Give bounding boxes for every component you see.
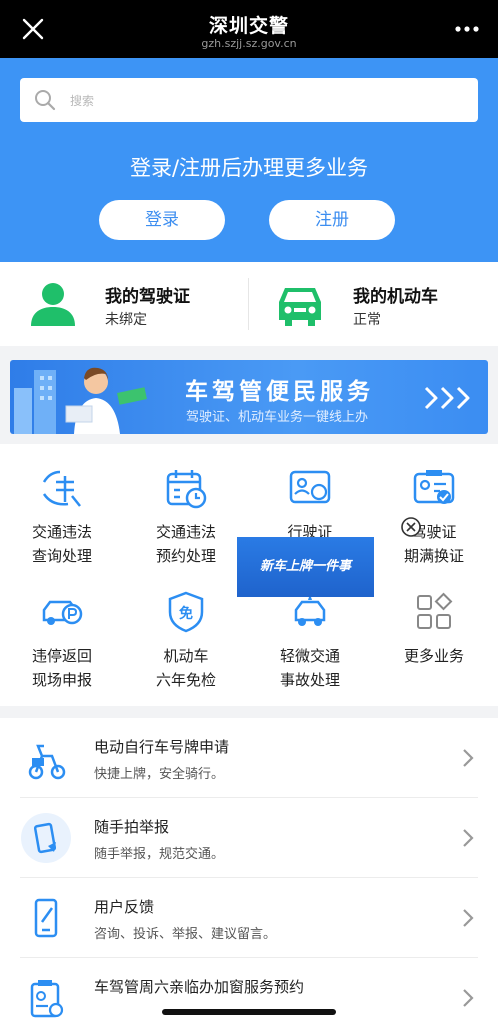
grid-item-label: 轻微交通 事故处理: [279, 647, 340, 689]
grid-item-label: 更多业务: [403, 647, 464, 665]
my-vehicle-card[interactable]: 我的机动车 正常: [249, 262, 498, 346]
exempt-icon: 免: [168, 591, 204, 633]
my-vehicle-label: 我的机动车: [353, 287, 438, 307]
list-item-title: 电动自行车号牌申请: [94, 738, 230, 756]
person-icon: [31, 283, 75, 326]
top-bar: 深圳交警 gzh.szjj.sz.gov.cn: [0, 0, 498, 58]
banner-area: 车驾管便民服务 驾驶证、机动车业务一键线上办: [0, 346, 498, 444]
more-options-icon[interactable]: [454, 24, 480, 34]
banner-subtitle: 驾驶证、机动车业务一键线上办: [186, 410, 369, 425]
my-vehicle-status: 正常: [353, 312, 381, 328]
vehicle-license-icon: [289, 470, 331, 504]
more-grid-icon: [417, 592, 453, 629]
list-item-user-feedback[interactable]: 用户反馈 咨询、投诉、举报、建议留言。: [0, 878, 498, 958]
login-prompt: 登录/注册后办理更多业务: [129, 156, 369, 180]
list-item-subtitle: 快捷上牌，安全骑行。: [94, 767, 225, 782]
chevron-right-icon: [463, 829, 474, 847]
chevron-right-icon: [463, 989, 474, 1007]
banner-title: 车驾管便民服务: [185, 379, 374, 405]
ebike-icon: [28, 744, 66, 780]
search-placeholder: 搜索: [70, 94, 95, 108]
grid-item-label: 交通违法 查询处理: [31, 523, 92, 565]
list-item-subtitle: 随手举报，规范交通。: [94, 847, 225, 862]
grid-item-six-year-exempt[interactable]: 免 机动车 六年免检: [124, 590, 248, 692]
grid-item-label: 违停返回 现场申报: [31, 647, 92, 689]
page-url: gzh.szjj.sz.gov.cn: [201, 37, 297, 50]
list-item-title: 随手拍举报: [94, 818, 170, 836]
feedback-icon: [34, 898, 58, 938]
home-indicator[interactable]: [162, 1009, 336, 1015]
list-item-subtitle: 咨询、投诉、举报、建议留言。: [94, 927, 277, 942]
page-title: 深圳交警: [208, 15, 289, 37]
list-item-title: 用户反馈: [94, 898, 155, 916]
phone-snap-icon: [21, 813, 71, 863]
search-input[interactable]: 搜索: [20, 78, 478, 122]
calendar-icon: [166, 470, 207, 509]
list-item-ebike-plate[interactable]: 电动自行车号牌申请 快捷上牌，安全骑行。: [0, 718, 498, 798]
license-renew-icon: [413, 470, 455, 504]
service-list: 电动自行车号牌申请 快捷上牌，安全骑行。 随手拍举报 随手举报，规范交通。 用户…: [0, 718, 498, 1024]
my-license-label: 我的驾驶证: [105, 287, 190, 307]
appointment-icon: [30, 980, 64, 1018]
car-icon: [279, 288, 321, 326]
account-status: 我的驾驶证 未绑定 我的机动车 正常: [0, 262, 498, 346]
list-item-title: 车驾管周六亲临办加窗服务预约: [94, 978, 305, 996]
hero-header: 搜索 登录/注册后办理更多业务 登录 注册: [0, 58, 498, 262]
parking-car-icon: [42, 600, 83, 625]
list-item-snap-report[interactable]: 随手拍举报 随手举报，规范交通。: [0, 798, 498, 878]
grid-item-violation-query[interactable]: 交通违法 查询处理: [0, 466, 124, 568]
grid-item-vehicle-license[interactable]: 行驶证: [248, 466, 372, 544]
violation-icon: [42, 470, 81, 507]
close-circle-icon[interactable]: [400, 516, 422, 538]
login-button[interactable]: 登录: [99, 200, 225, 240]
grid-item-violation-appointment[interactable]: 交通违法 预约处理: [124, 466, 248, 568]
grid-item-parking-return[interactable]: 违停返回 现场申报: [0, 590, 124, 692]
service-banner[interactable]: 车驾管便民服务 驾驶证、机动车业务一键线上办: [10, 360, 488, 434]
chevron-right-icon: [463, 749, 474, 767]
grid-item-license-renewal[interactable]: 驾驶证 期满换证: [372, 466, 496, 568]
new-car-plate-popup[interactable]: 新车上牌一件事: [237, 537, 374, 597]
grid-item-label: 机动车 六年免检: [155, 647, 216, 689]
chevron-right-icon: [463, 909, 474, 927]
chevron-right-icon: [424, 386, 470, 410]
my-license-card[interactable]: 我的驾驶证 未绑定: [0, 262, 248, 346]
my-license-status: 未绑定: [105, 312, 147, 328]
register-button[interactable]: 注册: [269, 200, 395, 240]
grid-item-minor-accident[interactable]: 轻微交通 事故处理: [248, 590, 372, 692]
grid-item-label: 驾驶证 期满换证: [403, 523, 464, 565]
grid-item-more-services[interactable]: 更多业务: [372, 590, 496, 668]
search-icon: [35, 90, 56, 111]
grid-item-label: 交通违法 预约处理: [155, 523, 216, 565]
banner-illustration: [14, 367, 147, 434]
svg-text:免: 免: [179, 605, 193, 622]
